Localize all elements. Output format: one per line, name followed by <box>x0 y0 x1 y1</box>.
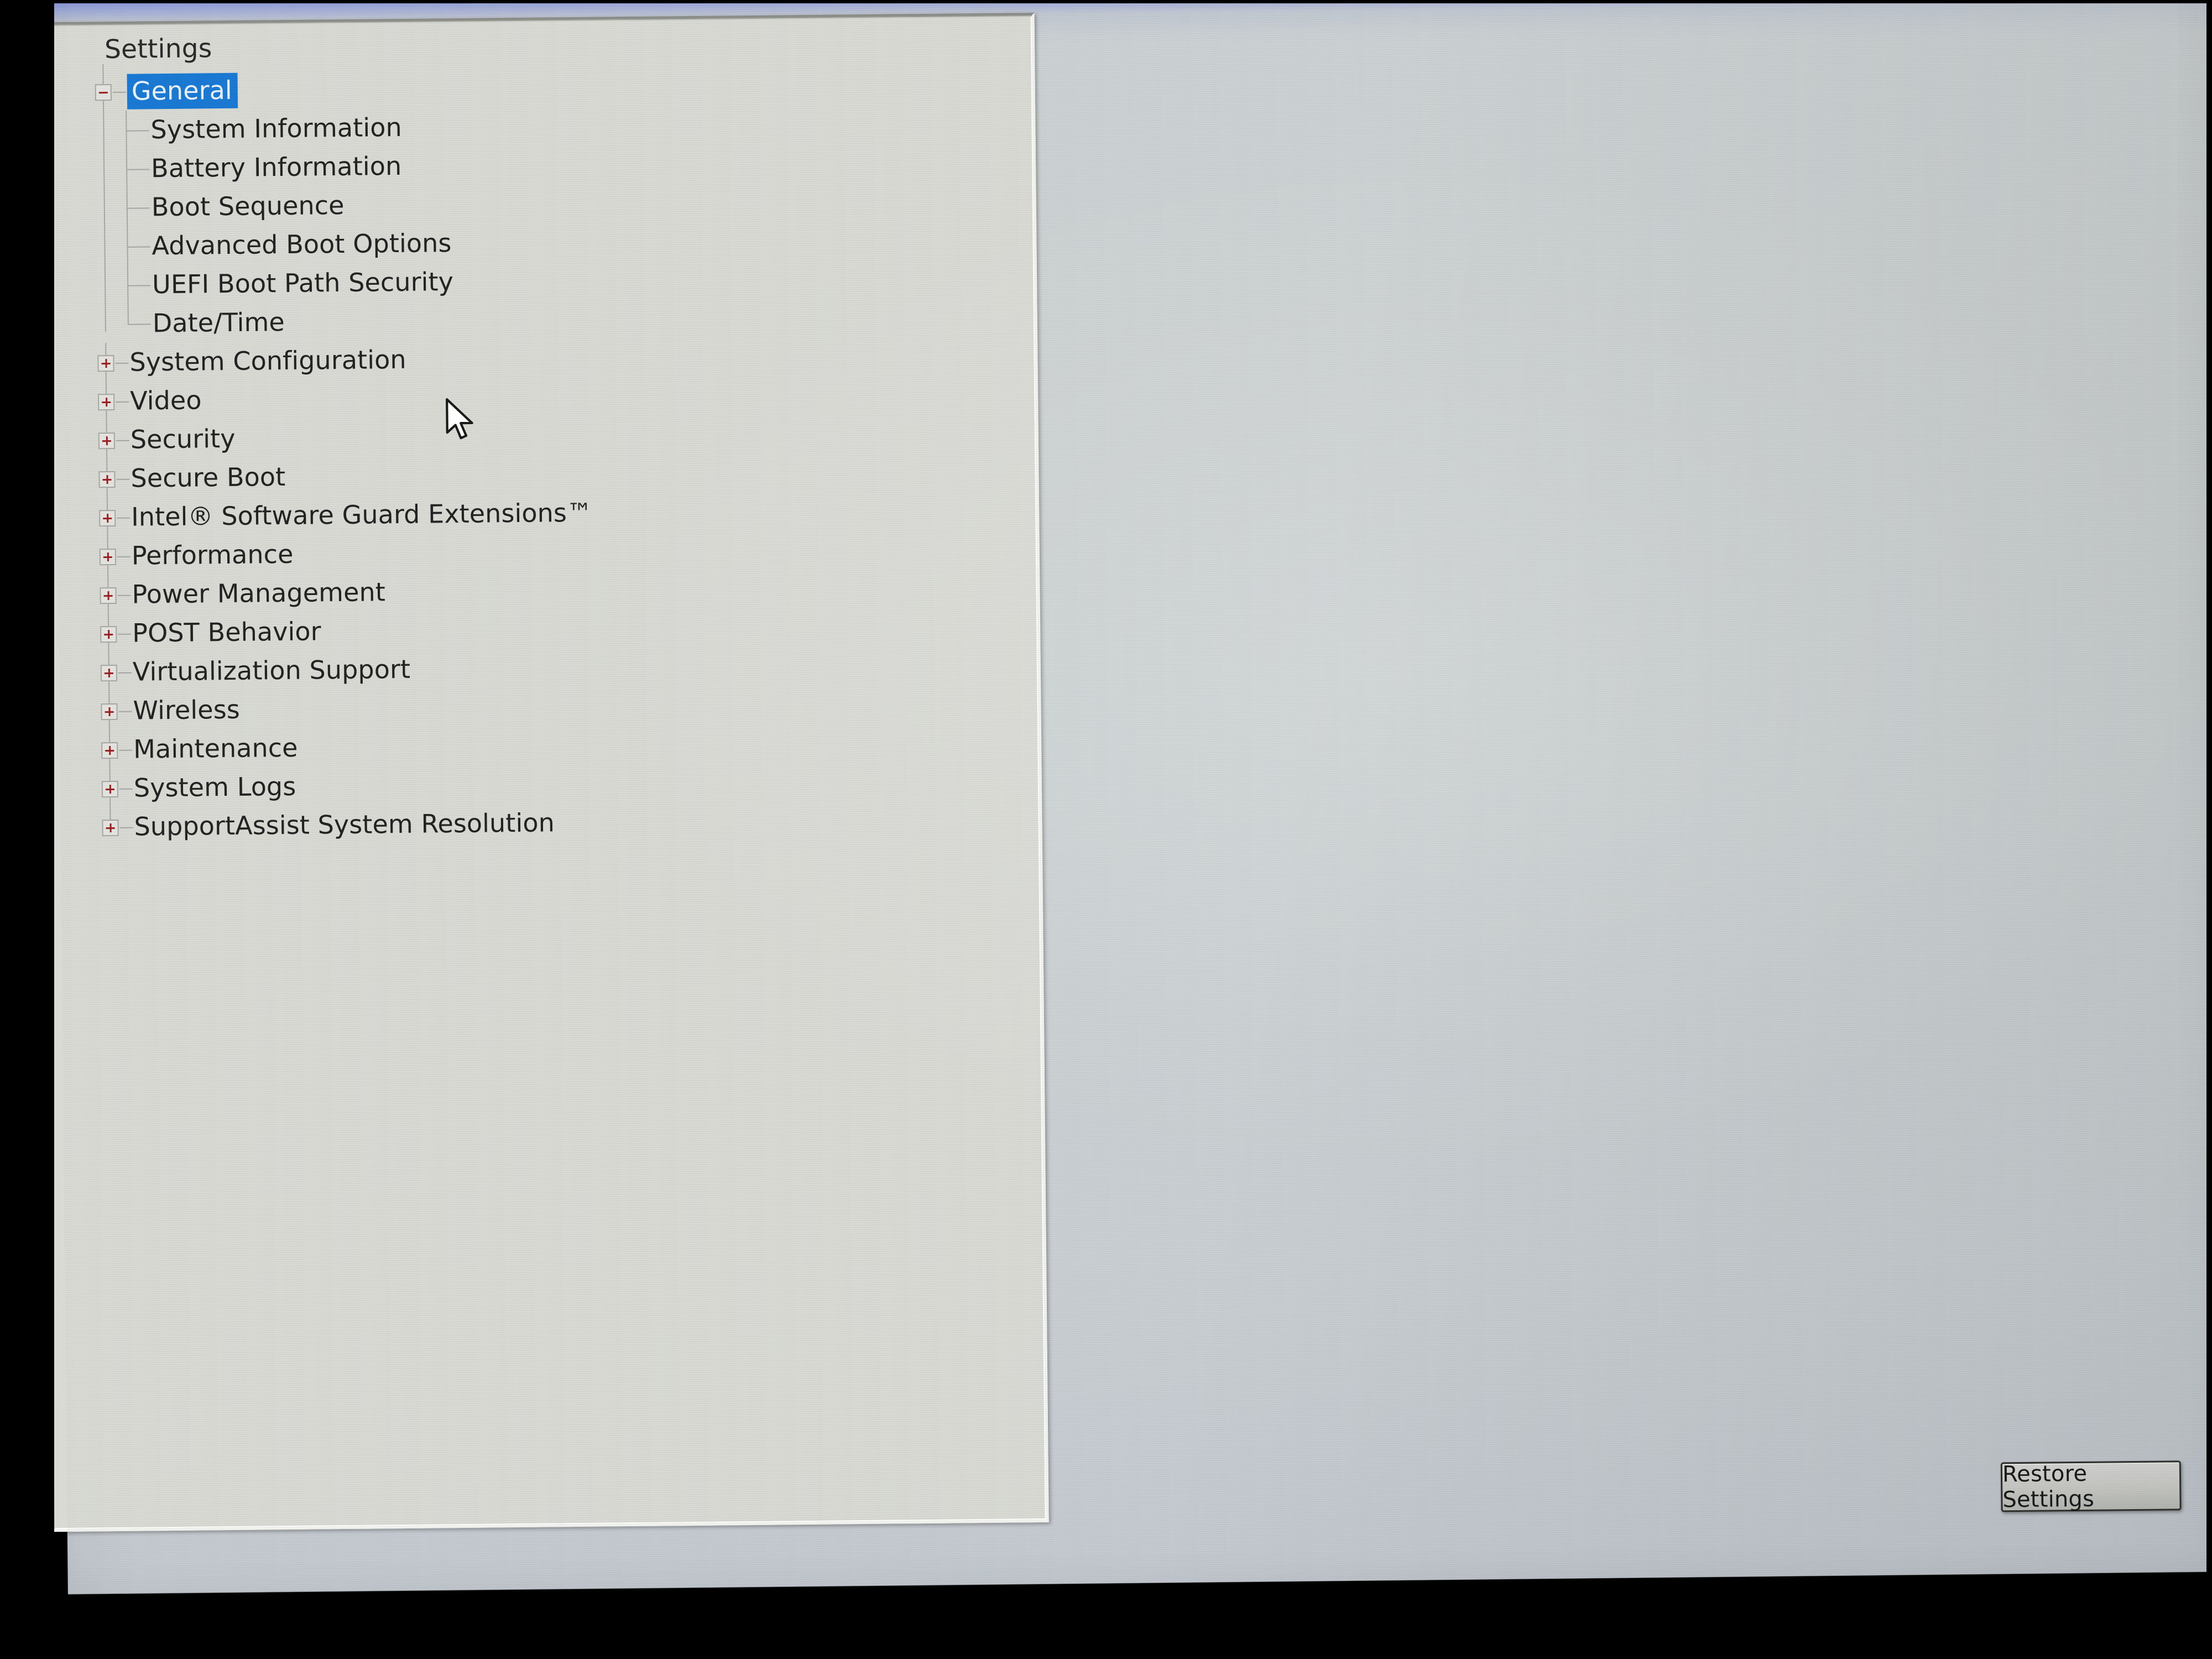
tree-item-label: Maintenance <box>133 732 298 764</box>
tree-item-label: Virtualization Support <box>132 654 411 687</box>
tree-item-label: Wireless <box>133 694 241 726</box>
tree-connector-icon <box>127 246 150 248</box>
tree-item-label: Battery Information <box>150 150 402 184</box>
bios-screen: Settings General System Information Batt… <box>36 0 2212 1625</box>
screen-photo: Settings General System Information Batt… <box>0 0 2212 1659</box>
plus-icon[interactable] <box>101 780 119 798</box>
tree-connector-icon <box>115 362 129 364</box>
restore-settings-label: Restore Settings <box>2002 1460 2095 1513</box>
tree-item-label: Intel® Software Guard Extensions™ <box>131 497 593 532</box>
tree-connector-icon <box>126 207 150 209</box>
plus-icon[interactable] <box>98 393 115 411</box>
tree-item-label: POST Behavior <box>132 616 321 648</box>
photo-edge-bottom <box>0 1515 2212 1659</box>
restore-settings-button[interactable]: Restore Settings <box>2000 1460 2182 1513</box>
plus-icon[interactable] <box>98 432 116 450</box>
settings-tree[interactable]: General System Information Battery Infor… <box>39 63 1039 847</box>
plus-icon[interactable] <box>97 354 114 372</box>
minus-icon[interactable] <box>95 84 112 101</box>
settings-tree-panel: Settings General System Information Batt… <box>36 12 1049 1532</box>
tree-item-label: Advanced Boot Options <box>152 228 452 261</box>
tree-item-label: System Logs <box>133 771 296 803</box>
plus-icon[interactable] <box>101 742 118 759</box>
tree-connector-icon <box>127 285 151 286</box>
tree-connector-icon <box>119 749 133 751</box>
panel-title: Settings <box>104 33 212 65</box>
tree-connector-icon <box>116 440 129 441</box>
photo-edge-left <box>0 0 54 1659</box>
tree-item-label: UEFI Boot Path Security <box>152 267 454 300</box>
tree-item-label: Power Management <box>132 577 386 609</box>
tree-item-label: Video <box>129 385 202 416</box>
tree-connector-icon <box>116 478 130 480</box>
tree-item-label: SupportAssist System Resolution <box>134 807 555 842</box>
tree-item-label: General <box>127 72 238 109</box>
plus-icon[interactable] <box>100 587 117 604</box>
tree-connector-icon <box>119 827 133 828</box>
plus-icon[interactable] <box>98 471 116 488</box>
plus-icon[interactable] <box>99 509 116 527</box>
tree-connector-icon <box>118 711 132 712</box>
tree-connector-icon <box>127 324 151 325</box>
tree-connector-icon <box>116 401 129 403</box>
tree-item-label: Boot Sequence <box>151 190 345 222</box>
plus-icon[interactable] <box>99 548 117 566</box>
plus-icon[interactable] <box>100 664 118 682</box>
bios-setup-page: Settings General System Information Batt… <box>36 0 2212 1625</box>
plus-icon[interactable] <box>102 819 119 837</box>
tree-item-label: System Configuration <box>129 344 406 377</box>
plus-icon[interactable] <box>100 625 117 643</box>
tree-connector-icon <box>117 556 131 557</box>
tree-connector-icon <box>126 169 150 170</box>
tree-connector-icon <box>117 517 131 519</box>
tree-item-label: Secure Boot <box>131 461 286 493</box>
photo-edge-right <box>2206 0 2212 1659</box>
tree-connector-icon <box>117 594 131 596</box>
tree-connector-icon <box>112 91 126 93</box>
tree-item-label: System Information <box>150 112 402 145</box>
tree-item-label: Performance <box>131 539 294 571</box>
tree-connector-icon <box>118 633 132 635</box>
tree-item-label: Date/Time <box>152 306 285 338</box>
tree-connector-icon <box>126 130 149 132</box>
photo-edge-top <box>0 0 2212 3</box>
tree-connector-icon <box>118 672 132 674</box>
plus-icon[interactable] <box>101 703 118 721</box>
tree-connector-icon <box>119 788 133 790</box>
tree-item-label: Security <box>130 423 236 455</box>
